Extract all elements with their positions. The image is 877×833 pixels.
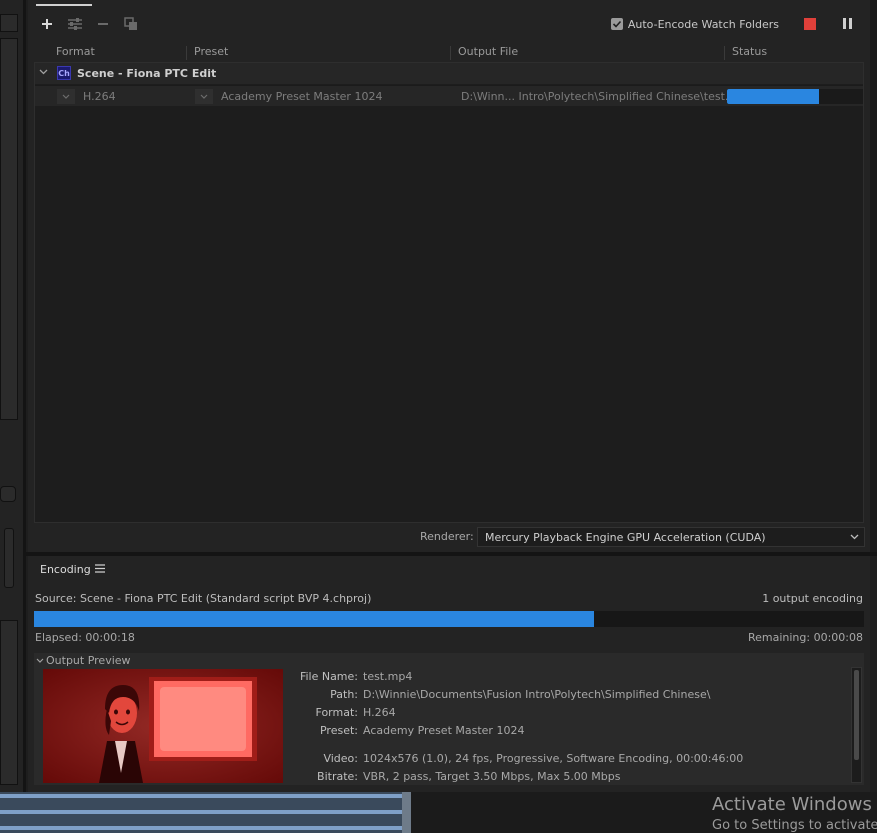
column-output-file[interactable]: Output File — [458, 45, 518, 58]
right-edge-strip — [870, 0, 877, 552]
left-panel-box — [0, 620, 18, 785]
preset-value: Academy Preset Master 1024 — [363, 724, 525, 737]
format-value: H.264 — [363, 706, 396, 719]
column-preset[interactable]: Preset — [194, 45, 228, 58]
item-progress-fill — [727, 89, 820, 104]
path-label: Path: — [330, 688, 358, 701]
format-dropdown[interactable] — [57, 89, 75, 104]
auto-encode-checkbox[interactable] — [610, 18, 623, 30]
queue-tab-indicator — [36, 4, 92, 6]
chevron-down-icon — [850, 534, 859, 540]
queue-group-name: Scene - Fiona PTC Edit — [77, 67, 217, 80]
preset-label: Preset: — [319, 724, 358, 737]
file-name-label: File Name: — [299, 670, 358, 683]
add-source-button[interactable] — [36, 13, 58, 35]
queue-panel: Auto-Encode Watch Folders Format Preset … — [28, 0, 870, 552]
left-divider[interactable] — [23, 0, 26, 792]
preview-scrollbar[interactable] — [851, 667, 862, 783]
left-panel-button[interactable] — [0, 486, 16, 502]
duplicate-button[interactable] — [120, 13, 142, 35]
duplicate-icon — [124, 17, 137, 30]
left-panel-field[interactable] — [0, 14, 18, 32]
renderer-value: Mercury Playback Engine GPU Acceleration… — [485, 531, 766, 544]
output-preview-title[interactable]: Output Preview — [46, 654, 131, 667]
elapsed-time: Elapsed: 00:00:18 — [35, 631, 135, 644]
sliders-icon — [68, 18, 82, 30]
settings-button[interactable] — [64, 13, 86, 35]
tab-encoding[interactable]: Encoding — [40, 563, 91, 576]
item-output-file[interactable]: D:\Winn... Intro\Polytech\Simplified Chi… — [461, 90, 753, 103]
remove-button[interactable] — [92, 13, 114, 35]
queue-list: Ch Scene - Fiona PTC Edit H.264 Academy … — [34, 62, 864, 523]
item-preset[interactable]: Academy Preset Master 1024 — [221, 90, 382, 103]
column-status[interactable]: Status — [732, 45, 767, 58]
preview-scrollbar-thumb[interactable] — [854, 670, 859, 760]
remaining-time: Remaining: 00:00:08 — [747, 631, 863, 644]
item-format[interactable]: H.264 — [83, 90, 116, 103]
renderer-select[interactable]: Mercury Playback Engine GPU Acceleration… — [477, 527, 865, 547]
chevron-down-icon[interactable] — [36, 658, 44, 663]
column-format[interactable]: Format — [56, 45, 95, 58]
left-panel-list — [0, 38, 18, 420]
item-status-progress — [727, 89, 863, 104]
queue-item-row[interactable]: H.264 Academy Preset Master 1024 D:\Winn… — [35, 85, 863, 106]
bitrate-value: VBR, 2 pass, Target 3.50 Mbps, Max 5.00 … — [363, 770, 621, 783]
preset-dropdown[interactable] — [195, 89, 213, 104]
output-preview-thumbnail — [43, 669, 283, 783]
minus-icon — [98, 23, 108, 25]
checkmark-icon — [612, 20, 621, 28]
chevron-down-icon[interactable] — [39, 69, 48, 75]
encoding-progress-bar — [34, 611, 864, 627]
file-name-value: test.mp4 — [363, 670, 413, 683]
queue-group-row[interactable]: Ch Scene - Fiona PTC Edit — [35, 63, 863, 84]
video-value: 1024x576 (1.0), 24 fps, Progressive, Sof… — [363, 752, 744, 765]
path-value: D:\Winnie\Documents\Fusion Intro\Polytec… — [363, 688, 711, 701]
encoding-progress-fill — [34, 611, 595, 627]
hamburger-menu-icon[interactable] — [95, 564, 105, 573]
pause-icon — [842, 18, 846, 29]
auto-encode-toggle[interactable]: Auto-Encode Watch Folders — [610, 16, 779, 32]
activate-windows-title: Activate Windows — [712, 794, 872, 815]
format-label: Format: — [315, 706, 358, 719]
queue-column-header: Format Preset Output File Status — [34, 43, 864, 62]
timeline-strip — [0, 792, 410, 833]
chevron-down-icon — [62, 94, 70, 99]
left-panel-scrollbar[interactable] — [4, 528, 14, 588]
output-count: 1 output encoding — [762, 592, 863, 605]
plus-icon — [42, 19, 52, 29]
encoding-source: Source: Scene - Fiona PTC Edit (Standard… — [35, 592, 372, 605]
activate-windows-subtitle: Go to Settings to activate — [712, 818, 877, 833]
character-animator-icon: Ch — [57, 66, 71, 80]
video-label: Video: — [323, 752, 358, 765]
stop-queue-button[interactable] — [804, 18, 816, 30]
encoding-panel: Encoding Source: Scene - Fiona PTC Edit … — [28, 556, 870, 792]
pause-queue-button[interactable] — [840, 17, 854, 31]
chevron-down-icon — [200, 94, 208, 99]
bitrate-label: Bitrate: — [317, 770, 358, 783]
timeline-scrollbar[interactable] — [402, 792, 411, 833]
auto-encode-label: Auto-Encode Watch Folders — [627, 17, 779, 31]
renderer-label: Renderer: — [420, 530, 474, 543]
output-preview-panel: Output Preview File Name: test.mp4 Path:… — [34, 653, 864, 785]
